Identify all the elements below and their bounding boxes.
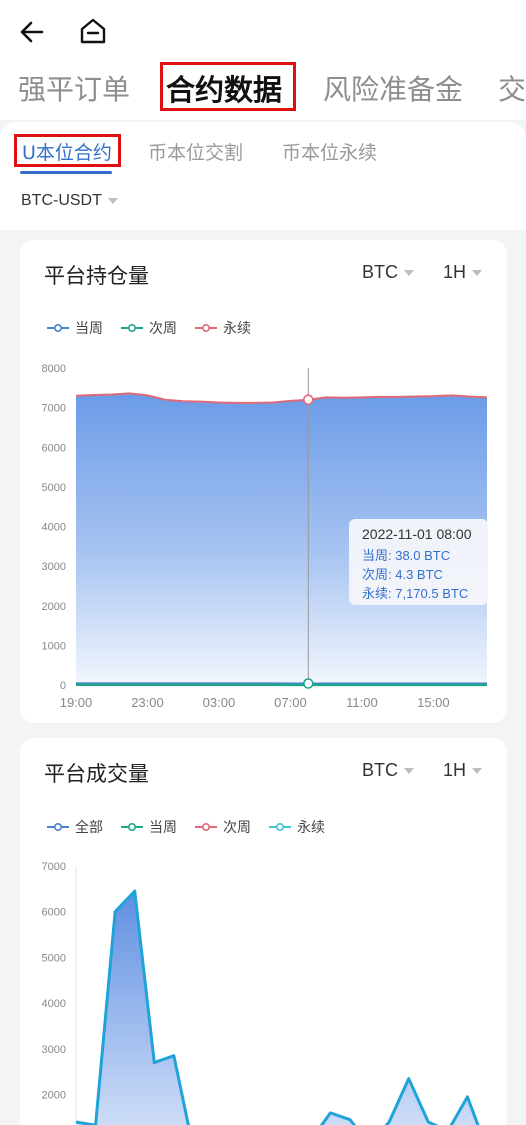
y-tick-label: 5000 (42, 952, 66, 964)
x-tick-label: 11:00 (346, 695, 378, 710)
x-tick-label: 23:00 (131, 695, 164, 710)
y-tick-label: 4000 (42, 522, 66, 534)
main-tabs: 强平订单 合约数据 风险准备金 交 (0, 62, 526, 120)
crosshair-point-next-week (303, 678, 314, 689)
top-bar (0, 0, 526, 62)
x-tick-label: 15:00 (417, 695, 450, 710)
y-tick-label: 2000 (42, 1090, 66, 1102)
volume-chart[interactable]: 2000 3000 4000 5000 6000 7000 (20, 738, 507, 1125)
home-icon (80, 18, 106, 44)
y-tick-label: 5000 (42, 482, 66, 494)
back-arrow-icon (20, 21, 44, 43)
x-tick-label: 03:00 (203, 695, 236, 710)
home-button[interactable] (78, 16, 108, 46)
y-tick-label: 4000 (42, 998, 66, 1010)
y-tick-label: 7000 (42, 861, 66, 873)
y-tick-label: 3000 (42, 1044, 66, 1056)
x-tick-label: 19:00 (60, 695, 93, 710)
y-tick-label: 7000 (42, 403, 66, 415)
y-tick-label: 6000 (42, 907, 66, 919)
tab-risk-reserve[interactable]: 风险准备金 (323, 72, 463, 108)
highlight-box-u-margined (14, 134, 121, 167)
y-tick-label: 0 (60, 680, 66, 692)
y-tick-label: 6000 (42, 442, 66, 454)
pair-label: BTC-USDT (21, 192, 102, 209)
tooltip-row-current-week: 当周: 38.0 BTC (362, 548, 451, 563)
y-tick-label: 1000 (42, 640, 66, 652)
y-tick-label: 3000 (42, 561, 66, 573)
pair-dropdown[interactable]: BTC-USDT (21, 192, 118, 210)
open-interest-chart[interactable]: 0 1000 2000 3000 4000 5000 6000 7000 8000 19:00 23… (20, 240, 507, 723)
subtab-coin-perpetual[interactable]: 币本位永续 (282, 138, 377, 165)
volume-card: 平台成交量 BTC 1H 全部 当周 次周 永续 2000 3000 4000 500… (20, 738, 507, 1125)
x-tick-label: 07:00 (274, 695, 307, 710)
crosshair-point-perpetual (303, 394, 314, 405)
tooltip-time: 2022-11-01 08:00 (362, 526, 472, 542)
tooltip-row-next-week: 次周: 4.3 BTC (362, 567, 443, 582)
back-button[interactable] (18, 18, 48, 46)
y-tick-label: 8000 (42, 363, 66, 375)
tab-liquidation-orders[interactable]: 强平订单 (18, 72, 130, 108)
tooltip-row-perpetual: 永续: 7,170.5 BTC (362, 586, 469, 601)
active-subtab-indicator (20, 171, 112, 174)
highlight-box-contract-data (160, 62, 296, 111)
chevron-down-icon (107, 197, 118, 204)
y-tick-label: 2000 (42, 601, 66, 613)
chart-tooltip: 2022-11-01 08:00 当周: 38.0 BTC 次周: 4.3 BT… (349, 519, 488, 605)
tab-overflow[interactable]: 交 (498, 72, 526, 108)
open-interest-card: 平台持仓量 BTC 1H 当周 次周 永续 0 1000 2000 3000 4000 5… (20, 240, 507, 723)
subtab-coin-delivery[interactable]: 币本位交割 (148, 138, 243, 165)
sub-tabs-panel: U本位合约 币本位交割 币本位永续 BTC-USDT (0, 122, 526, 230)
